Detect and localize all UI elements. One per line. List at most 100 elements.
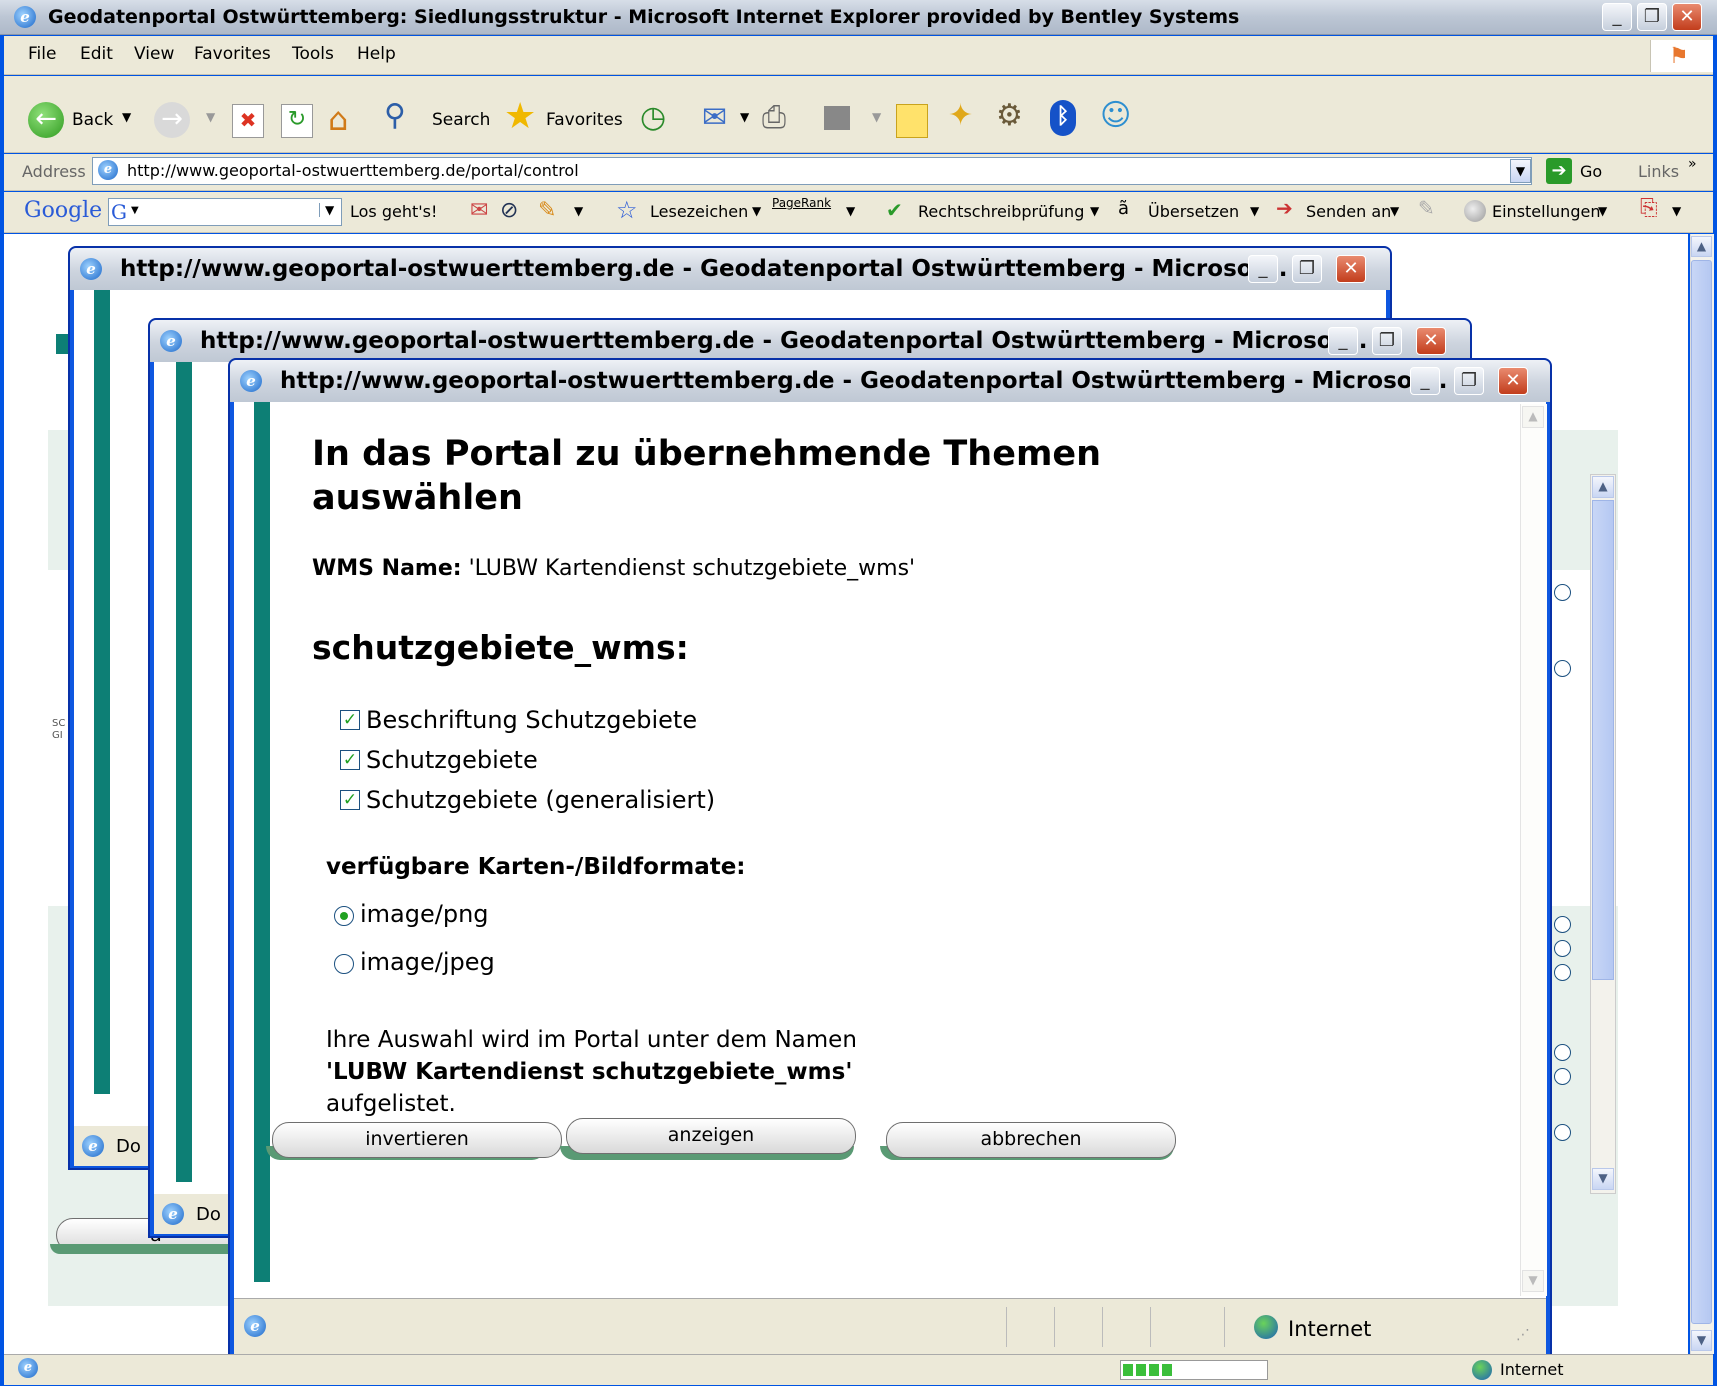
layer-checkbox[interactable]: ✓ [340, 710, 360, 730]
popup-2-minimize-button[interactable]: _ [1328, 327, 1358, 355]
spellcheck-dropdown-icon[interactable]: ▼ [1090, 204, 1099, 218]
settings-dropdown-icon[interactable]: ▼ [1598, 204, 1607, 218]
dialog-close-button[interactable]: ✕ [1498, 367, 1528, 395]
forward-arrow-icon[interactable]: → [154, 102, 190, 138]
go-label[interactable]: Go [1580, 162, 1602, 181]
invert-button[interactable]: invertieren [272, 1122, 562, 1158]
layer-checkbox[interactable]: ✓ [340, 790, 360, 810]
bg-radio[interactable] [1554, 964, 1571, 981]
forward-dropdown-icon[interactable]: ▼ [206, 110, 215, 124]
address-input[interactable]: http://www.geoportal-ostwuerttemberg.de/… [92, 157, 1532, 185]
search-icon[interactable]: ⚲ [384, 98, 406, 133]
edit-icon[interactable] [824, 106, 850, 130]
google-search-dropdown-icon[interactable]: ▼ [319, 203, 334, 217]
address-dropdown-icon[interactable]: ▼ [1510, 159, 1531, 183]
menu-tools[interactable]: Tools [292, 44, 334, 64]
notes-icon[interactable] [896, 104, 928, 138]
links-label[interactable]: Links [1638, 162, 1679, 181]
pagerank-label[interactable]: PageRank [772, 196, 831, 210]
bg-radio[interactable] [1554, 940, 1571, 957]
back-arrow-icon[interactable]: ← [28, 102, 64, 138]
popup-1-minimize-button[interactable]: _ [1248, 255, 1278, 283]
main-scroll-up-icon[interactable]: ▲ [1691, 236, 1712, 257]
menu-help[interactable]: Help [357, 44, 396, 64]
google-search-input[interactable]: G ▼ ▼ [108, 198, 342, 226]
edit-dropdown-icon[interactable]: ▼ [872, 110, 881, 124]
popup-2-maximize-button[interactable]: ❐ [1372, 327, 1402, 355]
inner-scroll-down-icon[interactable]: ▼ [1592, 1168, 1614, 1190]
favorites-label[interactable]: Favorites [546, 110, 623, 130]
main-scroll-thumb[interactable] [1691, 260, 1712, 1324]
bluetooth-icon[interactable]: ᛒ [1050, 100, 1076, 136]
refresh-icon[interactable]: ↻ [281, 104, 313, 138]
pdf-dropdown-icon[interactable]: ▼ [1672, 204, 1681, 218]
google-autofill-dropdown-icon[interactable]: ▼ [574, 204, 583, 218]
dialog-minimize-button[interactable]: _ [1410, 367, 1440, 395]
bookmarks-menu[interactable]: Lesezeichen [650, 202, 748, 221]
popup-1-close-button[interactable]: ✕ [1336, 255, 1366, 283]
maximize-button[interactable]: ❐ [1637, 3, 1667, 31]
menu-file[interactable]: File [28, 44, 56, 64]
back-label[interactable]: Back [72, 110, 113, 130]
format-radio-png[interactable] [334, 906, 354, 926]
main-scroll-down-icon[interactable]: ▼ [1691, 1330, 1712, 1351]
spellcheck-button[interactable]: Rechtschreibprüfung [918, 202, 1084, 221]
menu-view[interactable]: View [134, 44, 174, 64]
go-arrow-icon[interactable]: ➔ [1546, 158, 1572, 184]
google-news-icon[interactable]: ✉ [470, 198, 488, 223]
dialog-scroll-up-icon[interactable]: ▲ [1522, 406, 1544, 428]
google-search-button[interactable]: Los geht's! [350, 202, 437, 221]
bg-radio[interactable] [1554, 660, 1571, 677]
mail-icon[interactable]: ✉ [702, 100, 727, 135]
google-block-icon[interactable]: ⊘ [500, 198, 518, 223]
layer-checkbox[interactable]: ✓ [340, 750, 360, 770]
translate-button[interactable]: Übersetzen [1148, 202, 1239, 221]
dialog-scroll-down-icon[interactable]: ▼ [1522, 1270, 1544, 1292]
history-icon[interactable]: ◷ [640, 100, 666, 135]
research-icon[interactable]: ⚙ [996, 98, 1023, 133]
bg-radio[interactable] [1554, 584, 1571, 601]
favorites-star-icon[interactable]: ★ [504, 96, 536, 137]
minimize-button[interactable]: _ [1602, 3, 1632, 31]
close-button[interactable]: ✕ [1672, 3, 1702, 31]
popup-1-maximize-button[interactable]: ❐ [1292, 255, 1322, 283]
bookmark-star-icon[interactable]: ☆ [616, 196, 638, 224]
bg-radio[interactable] [1554, 1124, 1571, 1141]
highlight-icon[interactable]: ✎ [1418, 196, 1435, 220]
bg-radio[interactable] [1554, 916, 1571, 933]
bookmarks-dropdown-icon[interactable]: ▼ [752, 204, 761, 218]
back-dropdown-icon[interactable]: ▼ [122, 110, 131, 124]
send-dropdown-icon[interactable]: ▼ [1390, 204, 1399, 218]
settings-button[interactable]: Einstellungen [1492, 202, 1600, 221]
format-option-jpeg[interactable]: image/jpeg [334, 948, 634, 984]
messenger-star-icon[interactable]: ✦ [948, 98, 973, 133]
home-icon[interactable]: ⌂ [328, 100, 348, 138]
inner-scroll-thumb[interactable] [1592, 500, 1614, 980]
cancel-button[interactable]: abbrechen [886, 1122, 1176, 1158]
bg-radio[interactable] [1554, 1068, 1571, 1085]
inner-scroll-up-icon[interactable]: ▲ [1592, 476, 1614, 498]
popup-2-close-button[interactable]: ✕ [1416, 327, 1446, 355]
spellcheck-icon[interactable]: ✔ [886, 198, 903, 222]
google-autofill-icon[interactable]: ✎ [538, 198, 556, 223]
menu-edit[interactable]: Edit [80, 44, 113, 64]
translate-icon[interactable]: ã [1118, 198, 1129, 219]
send-button[interactable]: Senden an [1306, 202, 1391, 221]
search-label[interactable]: Search [432, 110, 490, 130]
format-radio-jpeg[interactable] [334, 954, 354, 974]
translate-dropdown-icon[interactable]: ▼ [1250, 204, 1259, 218]
menu-favorites[interactable]: Favorites [194, 44, 271, 64]
messenger-icon[interactable]: ☺ [1100, 98, 1131, 133]
mail-dropdown-icon[interactable]: ▼ [740, 110, 749, 124]
print-icon[interactable]: ⎙ [762, 100, 786, 135]
stop-icon[interactable]: ✖ [232, 104, 264, 138]
send-icon[interactable]: ➔ [1276, 196, 1293, 220]
pdf-icon[interactable]: ⎘ [1640, 196, 1658, 221]
google-g-dropdown-icon[interactable]: ▼ [131, 205, 139, 216]
dialog-scrollbar[interactable] [1520, 404, 1547, 1296]
show-button[interactable]: anzeigen [566, 1118, 856, 1154]
bg-radio[interactable] [1554, 1044, 1571, 1061]
pagerank-dropdown-icon[interactable]: ▼ [846, 204, 855, 218]
dialog-resize-grip-icon[interactable]: ⋰ [1516, 1327, 1530, 1343]
links-chevron-icon[interactable]: » [1688, 156, 1697, 172]
